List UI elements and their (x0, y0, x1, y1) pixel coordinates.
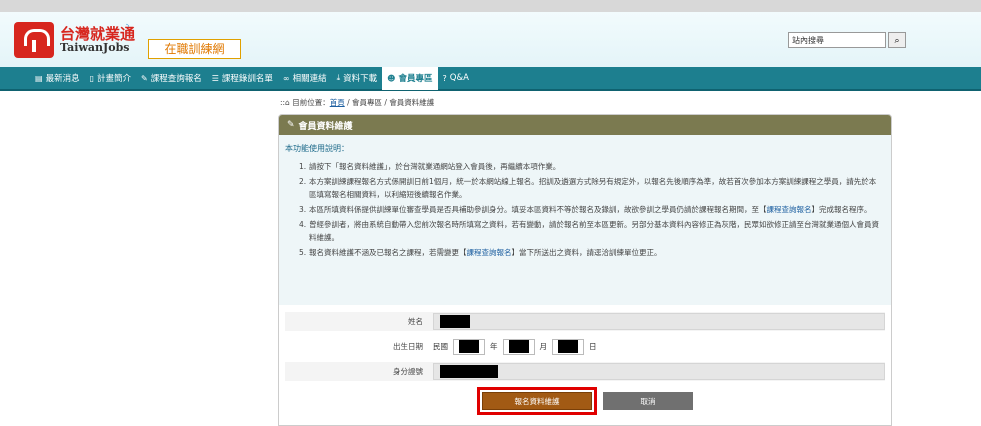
usage-instructions: 本功能使用說明： 1. 請按下「報名資料維護」，於台灣就業通網站登入會員後，再繼續… (279, 135, 891, 305)
member-form: 姓名 出生日期 民國 年 月 日 身分證號 報名資料維護 取消 (279, 305, 891, 415)
download-icon: ⤓ (336, 73, 341, 82)
nav-label: 相關連結 (292, 74, 327, 84)
instruction-item: 5. 報名資料維護不涵及已報名之課程，若需變更【課程查詢報名】當下所送出之資料，請… (299, 246, 881, 259)
home-icon: ::⌂ (280, 98, 290, 107)
nav-item-news[interactable]: ▤ 最新消息 (30, 66, 85, 90)
redacted-id (440, 365, 498, 378)
signal-icon: ◝ (126, 22, 130, 31)
panel-header: ✎ 會員資料維護 (279, 115, 891, 135)
search-button[interactable]: ⌕ (888, 32, 906, 48)
nav-label: 課程錄訓名單 (221, 74, 273, 84)
logo-text: 台灣就業通 TaiwanJobs (60, 26, 135, 55)
birth-fields: 民國 年 月 日 (433, 338, 597, 355)
item-text: 請按下「報名資料維護」，於台灣就業通網站登入會員後，再繼續本項作業。 (309, 162, 561, 171)
highlight-box: 報名資料維護 (477, 387, 597, 415)
site-subtitle: 在職訓練網 (148, 39, 241, 59)
nav-label: 資料下載 (343, 74, 378, 84)
nav-label: 會員專區 (398, 74, 433, 84)
day-unit: 日 (589, 342, 597, 351)
instructions-title: 本功能使用說明： (285, 144, 349, 153)
instruction-item: 3. 本區所填資料係提供訓練單位審查學員是否具補助參訓身分。填妥本區資料不等於報名… (299, 203, 881, 216)
newspaper-icon: ▤ (35, 73, 43, 83)
birth-month-field[interactable] (502, 338, 535, 355)
birth-year-field[interactable] (453, 338, 485, 355)
nav-item-qa[interactable]: ? Q&A (438, 66, 474, 90)
nav-item-links[interactable]: ∞ 相關連結 (278, 66, 332, 90)
clipboard-icon: ▯ (89, 73, 94, 83)
item-number: 5. (299, 248, 307, 257)
birth-label: 出生日期 (393, 342, 423, 351)
item-text: 】完成報名程序。 (811, 205, 872, 214)
id-field (433, 363, 885, 380)
search-icon: ⌕ (894, 34, 900, 45)
birth-row: 出生日期 民國 年 月 日 (285, 337, 885, 356)
item-number: 2. (299, 177, 307, 186)
instruction-item: 1. 請按下「報名資料維護」，於台灣就業通網站登入會員後，再繼續本項作業。 (299, 160, 881, 173)
item-number: 4. (299, 220, 307, 229)
logo-chinese: 台灣就業通 (60, 24, 136, 43)
nav-item-plan-intro[interactable]: ▯ 計畫簡介 (85, 66, 136, 90)
year-unit: 年 (490, 342, 498, 351)
nav-item-downloads[interactable]: ⤓ 資料下載 (332, 66, 383, 90)
form-actions: 報名資料維護 取消 (285, 387, 885, 415)
nav-label: 計畫簡介 (96, 74, 131, 84)
item-text: 報名資料維護不涵及已報名之課程，若需變更【 (309, 248, 467, 257)
nav-item-course-search[interactable]: ✎ 課程查詢報名 (136, 66, 207, 90)
birth-day-field[interactable] (552, 338, 584, 355)
name-row: 姓名 (285, 312, 885, 331)
main-nav: ▤ 最新消息 ▯ 計畫簡介 ✎ 課程查詢報名 ☰ 課程錄訓名單 ∞ 相關連結 ⤓ 資料下載 … (0, 66, 981, 91)
breadcrumb: ::⌂ 目前位置：首頁 / 會員專區 / 會員資料維護 (280, 97, 434, 108)
breadcrumb-current: 會員資料維護 (389, 98, 435, 107)
id-row: 身分證號 (285, 362, 885, 381)
redacted-month (508, 340, 529, 353)
era-label: 民國 (433, 342, 448, 351)
course-search-link[interactable]: 課程查詢報名 (467, 248, 512, 257)
user-circle-icon: ☻ (387, 73, 396, 83)
search-input[interactable] (788, 32, 886, 48)
nav-item-member[interactable]: ☻ 會員專區 (382, 66, 438, 90)
browser-top-strip (0, 0, 981, 12)
instructions-list: 1. 請按下「報名資料維護」，於台灣就業通網站登入會員後，再繼續本項作業。 2. 本… (285, 160, 881, 259)
cancel-button[interactable]: 取消 (603, 392, 693, 410)
item-text: 曾經參訓者，將由系統自動帶入您前次報名時所填寫之資料，若有變動，請於報名前至本區… (309, 220, 879, 242)
breadcrumb-member: 會員專區 (352, 98, 383, 107)
site-header: 台灣就業通 TaiwanJobs ◝ 在職訓練網 ⌕ (0, 12, 981, 67)
breadcrumb-separator: / (344, 98, 353, 107)
item-text: 】當下所送出之資料，請逕洽訓練單位更正。 (511, 248, 662, 257)
edit-icon: ✎ (287, 120, 295, 130)
breadcrumb-prefix: 目前位置： (292, 98, 330, 107)
link-icon: ∞ (282, 73, 290, 83)
item-number: 3. (299, 205, 307, 214)
name-label: 姓名 (408, 317, 423, 326)
redacted-year (459, 340, 479, 353)
course-search-link[interactable]: 課程查詢報名 (767, 205, 812, 214)
site-logo[interactable]: 台灣就業通 TaiwanJobs (14, 22, 135, 58)
list-icon: ☰ (211, 73, 219, 83)
item-text: 本方案訓練課程報名方式係開訓日前1個月，統一於本網站線上報名。招訓及遴選方式除另… (309, 177, 877, 199)
month-unit: 月 (539, 342, 548, 351)
pencil-icon: ✎ (141, 73, 148, 83)
id-label: 身分證號 (393, 367, 423, 376)
instruction-item: 4. 曾經參訓者，將由系統自動帶入您前次報名時所填寫之資料，若有變動，請於報名前至… (299, 218, 881, 244)
redacted-name (440, 315, 470, 328)
item-number: 1. (299, 162, 307, 171)
instruction-item: 2. 本方案訓練課程報名方式係開訓日前1個月，統一於本網站線上報名。招訓及遴選方式… (299, 175, 881, 201)
breadcrumb-home-link[interactable]: 首頁 (330, 98, 345, 107)
member-data-panel: ✎ 會員資料維護 本功能使用說明： 1. 請按下「報名資料維護」，於台灣就業通網站… (278, 114, 892, 426)
logo-english: TaiwanJobs (60, 41, 130, 55)
site-search: ⌕ (788, 32, 906, 48)
nav-label: 最新消息 (45, 74, 80, 84)
item-text: 本區所填資料係提供訓練單位審查學員是否具補助參訓身分。填妥本區資料不等於報名及錄… (309, 205, 767, 214)
member-data-maintain-button[interactable]: 報名資料維護 (482, 392, 592, 410)
nav-item-admission-list[interactable]: ☰ 課程錄訓名單 (207, 66, 278, 90)
taiwanjobs-logo-icon (14, 22, 54, 58)
name-field (433, 313, 885, 330)
nav-label: Q&A (449, 73, 469, 83)
panel-title: 會員資料維護 (298, 121, 353, 132)
nav-label: 課程查詢報名 (150, 74, 202, 84)
question-icon: ? (442, 73, 447, 83)
redacted-day (558, 340, 578, 353)
